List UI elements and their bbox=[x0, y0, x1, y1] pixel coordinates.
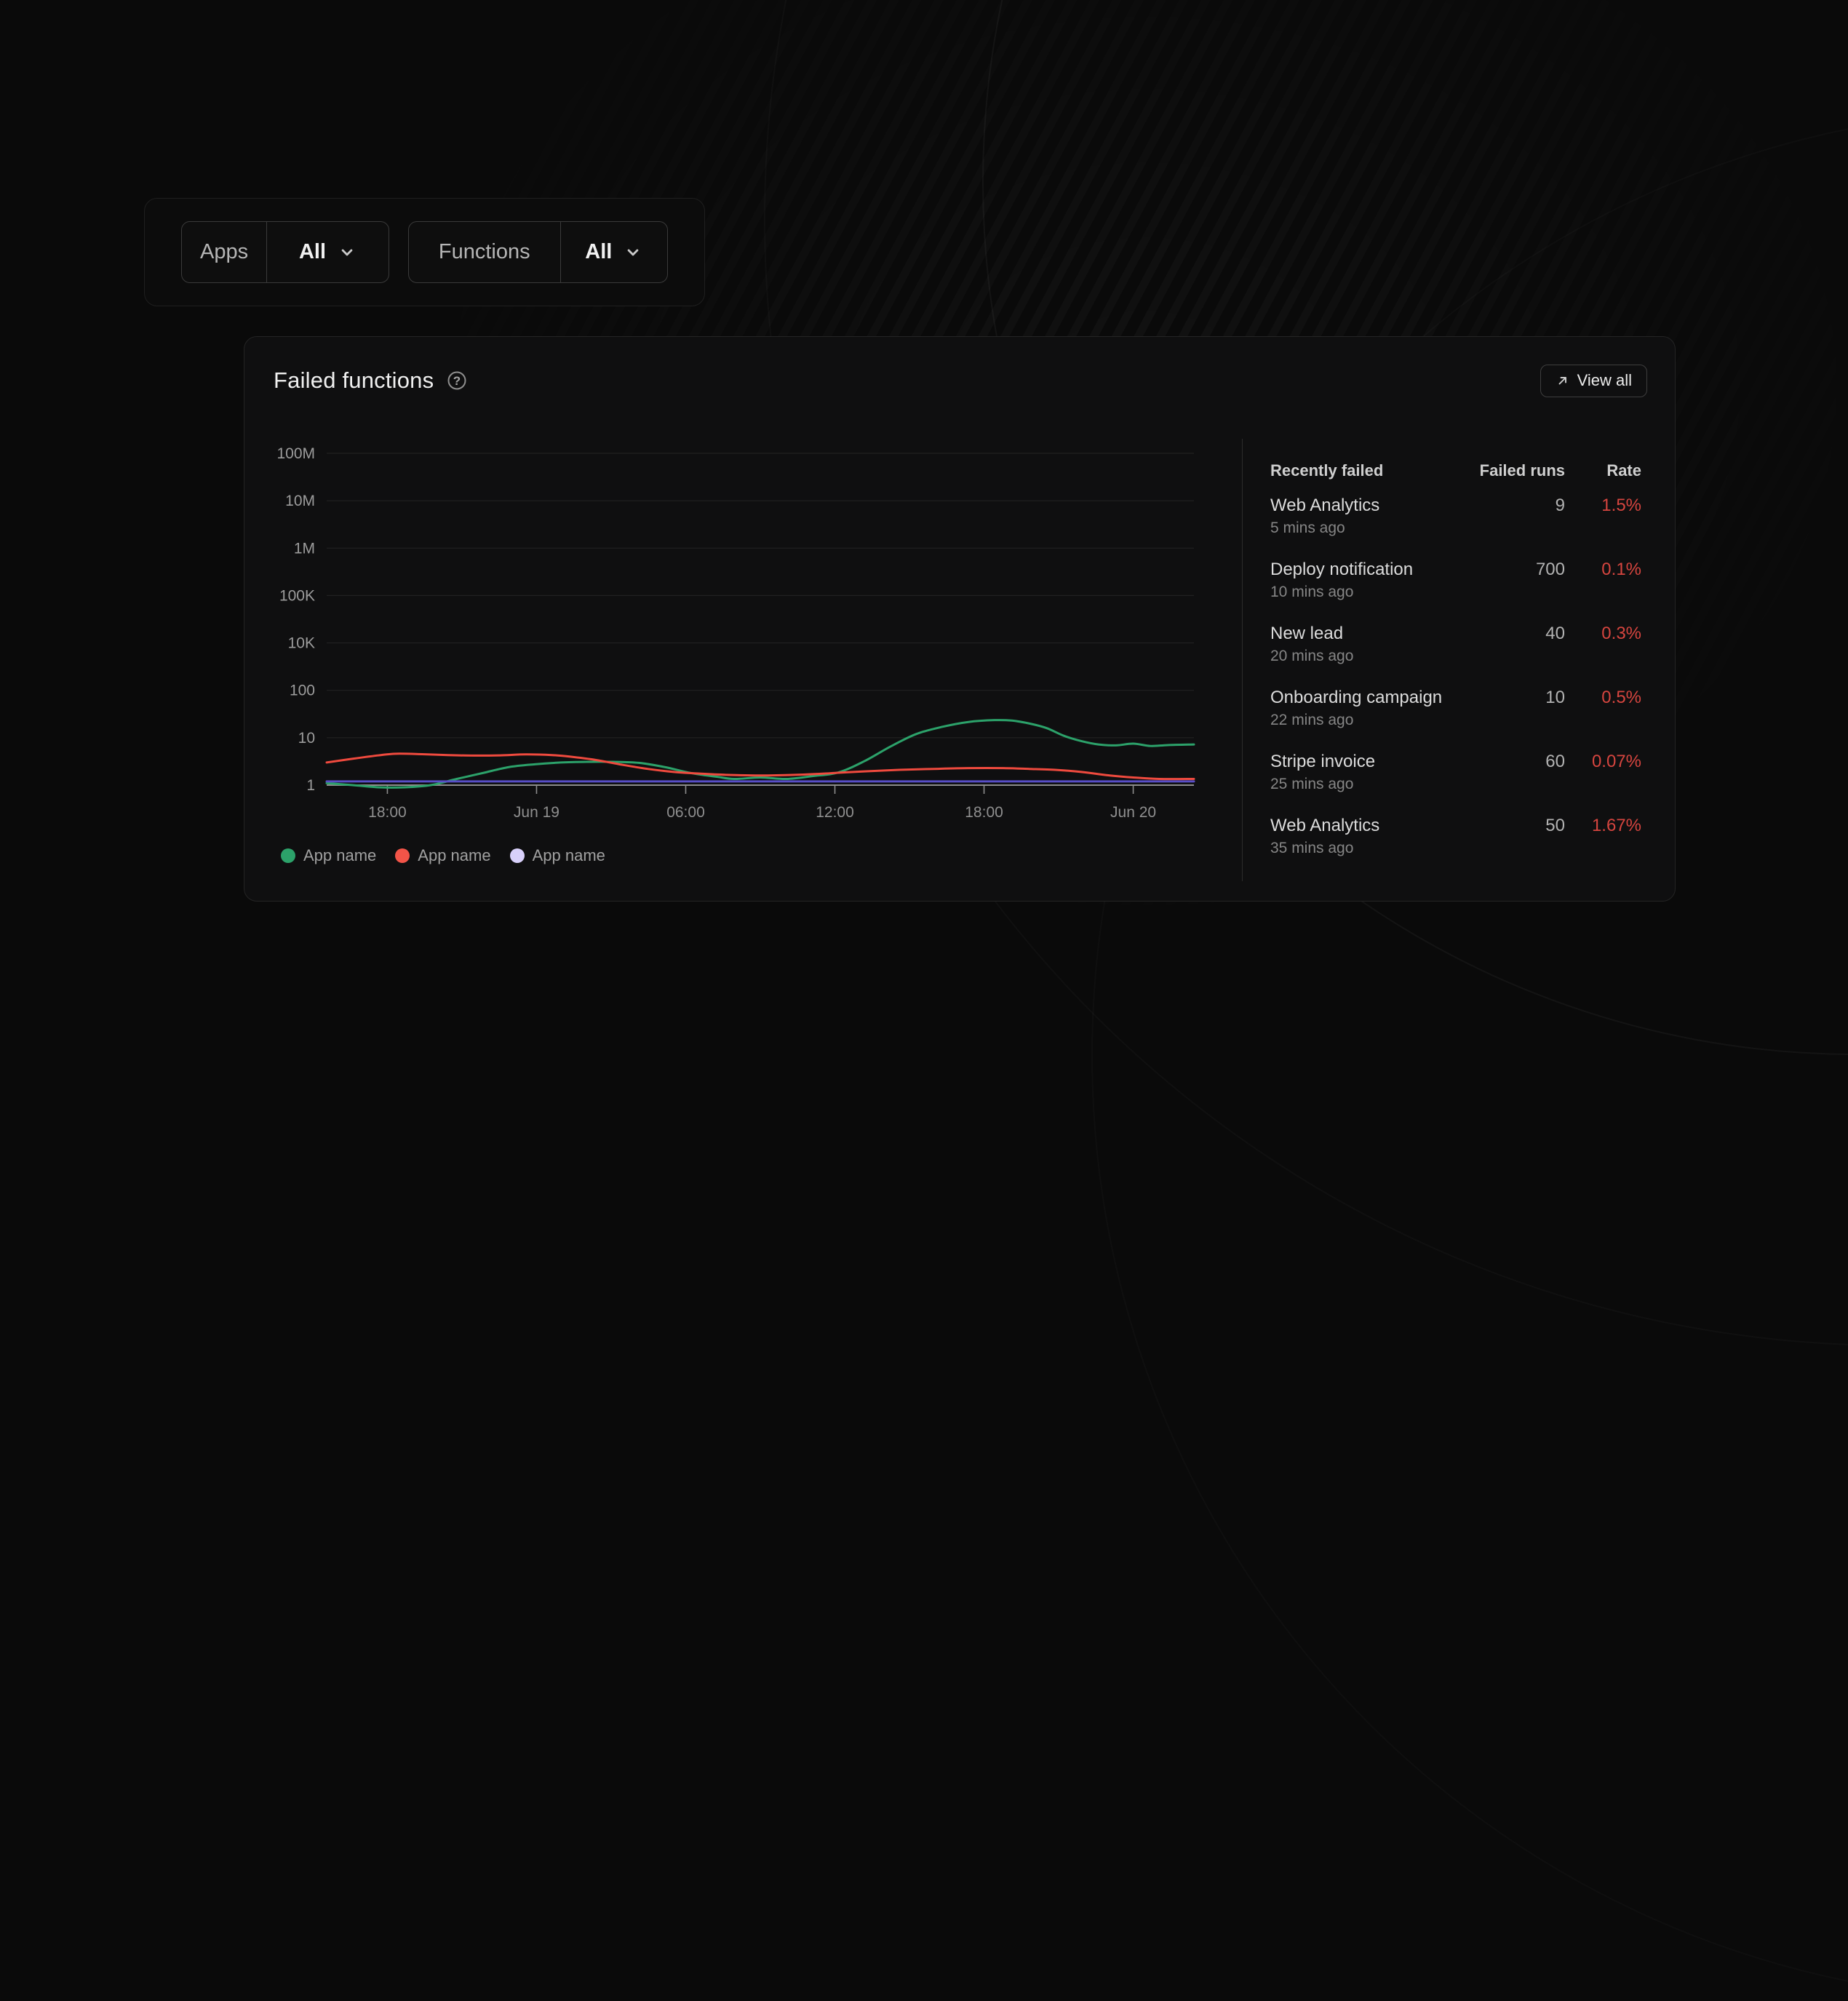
recently-failed-table: Recently failed Failed runs Rate Web Ana… bbox=[1270, 453, 1641, 872]
failure-rate: 0.1% bbox=[1565, 560, 1641, 580]
view-all-label: View all bbox=[1577, 371, 1632, 390]
functions-filter-value: All bbox=[561, 222, 667, 282]
legend-label: App name bbox=[303, 846, 376, 865]
svg-text:1M: 1M bbox=[294, 540, 315, 557]
function-name: Web Analytics bbox=[1270, 494, 1470, 517]
failure-rate: 0.07% bbox=[1565, 752, 1641, 772]
column-header-rate: Rate bbox=[1565, 461, 1641, 480]
svg-text:10K: 10K bbox=[288, 635, 315, 652]
panel-divider bbox=[1242, 439, 1243, 881]
legend-item[interactable]: App name bbox=[510, 846, 605, 865]
failure-rate: 0.5% bbox=[1565, 688, 1641, 708]
failed-runs-count: 50 bbox=[1470, 816, 1565, 836]
svg-text:10: 10 bbox=[298, 730, 315, 747]
svg-text:10M: 10M bbox=[285, 493, 315, 509]
svg-text:100M: 100M bbox=[276, 445, 315, 462]
failed-time-ago: 25 mins ago bbox=[1270, 773, 1470, 795]
functions-filter-selected: All bbox=[585, 240, 612, 264]
failure-rate: 1.5% bbox=[1565, 496, 1641, 516]
failed-time-ago: 22 mins ago bbox=[1270, 709, 1470, 731]
apps-filter-value: All bbox=[267, 222, 389, 282]
function-name: Web Analytics bbox=[1270, 814, 1470, 838]
svg-text:18:00: 18:00 bbox=[368, 804, 407, 821]
table-row[interactable]: Web Analytics35 mins ago501.67% bbox=[1270, 808, 1641, 872]
failed-runs-count: 9 bbox=[1470, 496, 1565, 516]
svg-text:100: 100 bbox=[290, 683, 315, 699]
svg-text:18:00: 18:00 bbox=[965, 804, 1003, 821]
svg-text:Jun 20: Jun 20 bbox=[1110, 804, 1156, 821]
failed-runs-count: 40 bbox=[1470, 624, 1565, 644]
table-header-row: Recently failed Failed runs Rate bbox=[1270, 453, 1641, 488]
legend-label: App name bbox=[418, 846, 490, 865]
legend-item[interactable]: App name bbox=[281, 846, 376, 865]
svg-text:Jun 19: Jun 19 bbox=[514, 804, 559, 821]
failed-runs-count: 10 bbox=[1470, 688, 1565, 708]
legend-item[interactable]: App name bbox=[395, 846, 490, 865]
filters-panel: Apps All Functions All bbox=[144, 198, 705, 306]
failed-time-ago: 35 mins ago bbox=[1270, 838, 1470, 859]
table-body: Web Analytics5 mins ago91.5%Deploy notif… bbox=[1270, 488, 1641, 872]
table-row[interactable]: Web Analytics5 mins ago91.5% bbox=[1270, 488, 1641, 552]
table-row[interactable]: Stripe invoice25 mins ago600.07% bbox=[1270, 744, 1641, 808]
legend-dot-icon bbox=[510, 848, 525, 863]
svg-text:06:00: 06:00 bbox=[666, 804, 705, 821]
svg-text:1: 1 bbox=[306, 777, 315, 794]
function-name: Deploy notification bbox=[1270, 558, 1470, 581]
chevron-down-icon bbox=[624, 243, 642, 262]
legend-label: App name bbox=[533, 846, 605, 865]
functions-filter-dropdown[interactable]: Functions All bbox=[408, 221, 668, 283]
chart-line-series bbox=[327, 720, 1194, 788]
help-icon[interactable]: ? bbox=[445, 369, 469, 392]
functions-filter-label: Functions bbox=[409, 222, 561, 282]
view-all-button[interactable]: View all bbox=[1540, 365, 1647, 397]
chevron-down-icon bbox=[338, 243, 357, 262]
failed-functions-chart: 100M 10M 1M 100K 10K 100 10 1 18:00 Jun 19 06:00 12… bbox=[259, 424, 1241, 832]
svg-text:12:00: 12:00 bbox=[816, 804, 854, 821]
column-header-recently-failed: Recently failed bbox=[1270, 461, 1470, 480]
card-title: Failed functions bbox=[274, 367, 434, 394]
legend-dot-icon bbox=[281, 848, 295, 863]
failed-runs-count: 700 bbox=[1470, 560, 1565, 580]
failed-functions-card: Failed functions ? View all 100M10M1M100… bbox=[244, 336, 1676, 902]
card-header: Failed functions ? View all bbox=[274, 363, 1647, 398]
chart-legend: App name App name App name bbox=[281, 846, 605, 865]
table-row[interactable]: Deploy notification10 mins ago7000.1% bbox=[1270, 552, 1641, 616]
svg-text:100K: 100K bbox=[279, 587, 315, 604]
function-name: Stripe invoice bbox=[1270, 750, 1470, 773]
arrow-up-right-icon bbox=[1556, 373, 1570, 388]
table-row[interactable]: Onboarding campaign22 mins ago100.5% bbox=[1270, 680, 1641, 744]
failed-time-ago: 5 mins ago bbox=[1270, 517, 1470, 539]
apps-filter-dropdown[interactable]: Apps All bbox=[181, 221, 389, 283]
apps-filter-label: Apps bbox=[182, 222, 267, 282]
column-header-failed-runs: Failed runs bbox=[1470, 461, 1565, 480]
svg-text:?: ? bbox=[453, 374, 461, 388]
failed-runs-count: 60 bbox=[1470, 752, 1565, 772]
apps-filter-selected: All bbox=[299, 240, 326, 264]
chart-line-series bbox=[327, 754, 1194, 779]
function-name: Onboarding campaign bbox=[1270, 686, 1470, 709]
legend-dot-icon bbox=[395, 848, 410, 863]
function-name: New lead bbox=[1270, 622, 1470, 645]
failed-time-ago: 10 mins ago bbox=[1270, 581, 1470, 603]
failure-rate: 1.67% bbox=[1565, 816, 1641, 836]
table-row[interactable]: New lead20 mins ago400.3% bbox=[1270, 616, 1641, 680]
failure-rate: 0.3% bbox=[1565, 624, 1641, 644]
failed-time-ago: 20 mins ago bbox=[1270, 645, 1470, 667]
